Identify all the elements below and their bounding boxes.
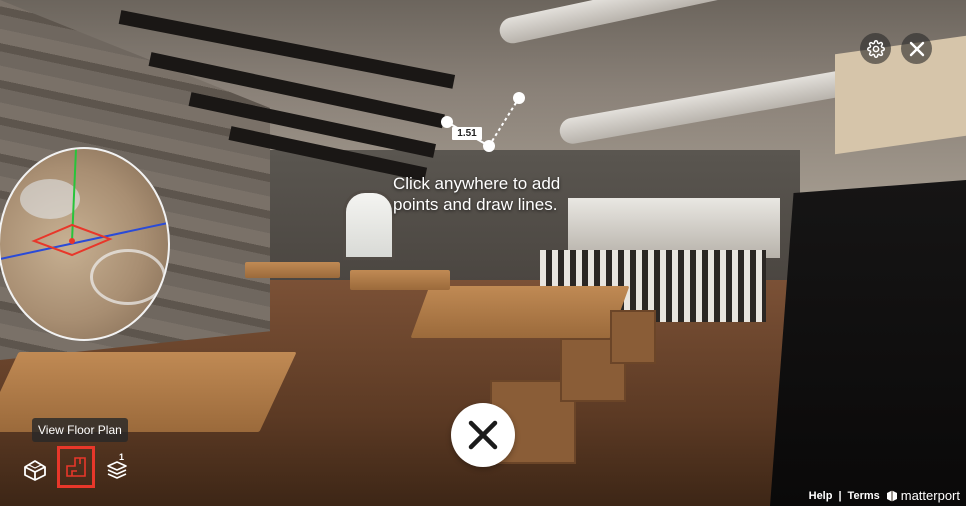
dining-table bbox=[245, 262, 340, 278]
floor-plan-tooltip: View Floor Plan bbox=[32, 418, 128, 442]
instruction-line: points and draw lines. bbox=[393, 195, 558, 214]
measure-instruction: Click anywhere to add points and draw li… bbox=[393, 173, 593, 215]
floors-icon bbox=[107, 461, 127, 479]
footer: Help | Terms matterport bbox=[809, 488, 960, 503]
dining-table bbox=[350, 270, 450, 290]
matterport-brand[interactable]: matterport bbox=[886, 488, 960, 503]
close-icon bbox=[468, 420, 498, 450]
footer-separator: | bbox=[838, 489, 842, 502]
instruction-line: Click anywhere to add bbox=[393, 174, 561, 193]
settings-button[interactable] bbox=[860, 33, 891, 64]
open-kitchen bbox=[568, 198, 780, 258]
help-link[interactable]: Help bbox=[809, 490, 833, 502]
close-button[interactable] bbox=[901, 33, 932, 64]
gear-icon bbox=[866, 39, 885, 58]
brand-name: matterport bbox=[900, 488, 960, 503]
floorplan-icon bbox=[66, 457, 86, 477]
floor-plan-button[interactable] bbox=[57, 446, 95, 488]
wooden-crate bbox=[835, 35, 966, 155]
dollhouse-button[interactable] bbox=[20, 454, 50, 484]
chair bbox=[610, 310, 656, 364]
terms-link[interactable]: Terms bbox=[848, 490, 880, 502]
measurement-label: 1.51 bbox=[452, 127, 482, 140]
dining-table bbox=[410, 286, 630, 338]
crosshair-icon bbox=[0, 149, 168, 260]
floors-button[interactable]: 1 bbox=[102, 452, 132, 484]
dark-panel bbox=[770, 180, 966, 506]
arched-window bbox=[343, 190, 395, 260]
dollhouse-icon bbox=[24, 460, 46, 481]
magnifier-loupe bbox=[0, 147, 170, 341]
close-icon bbox=[909, 41, 924, 56]
exit-measure-button[interactable] bbox=[451, 403, 515, 467]
floor-count: 1 bbox=[119, 452, 125, 462]
matterport-logo-icon bbox=[886, 490, 897, 501]
